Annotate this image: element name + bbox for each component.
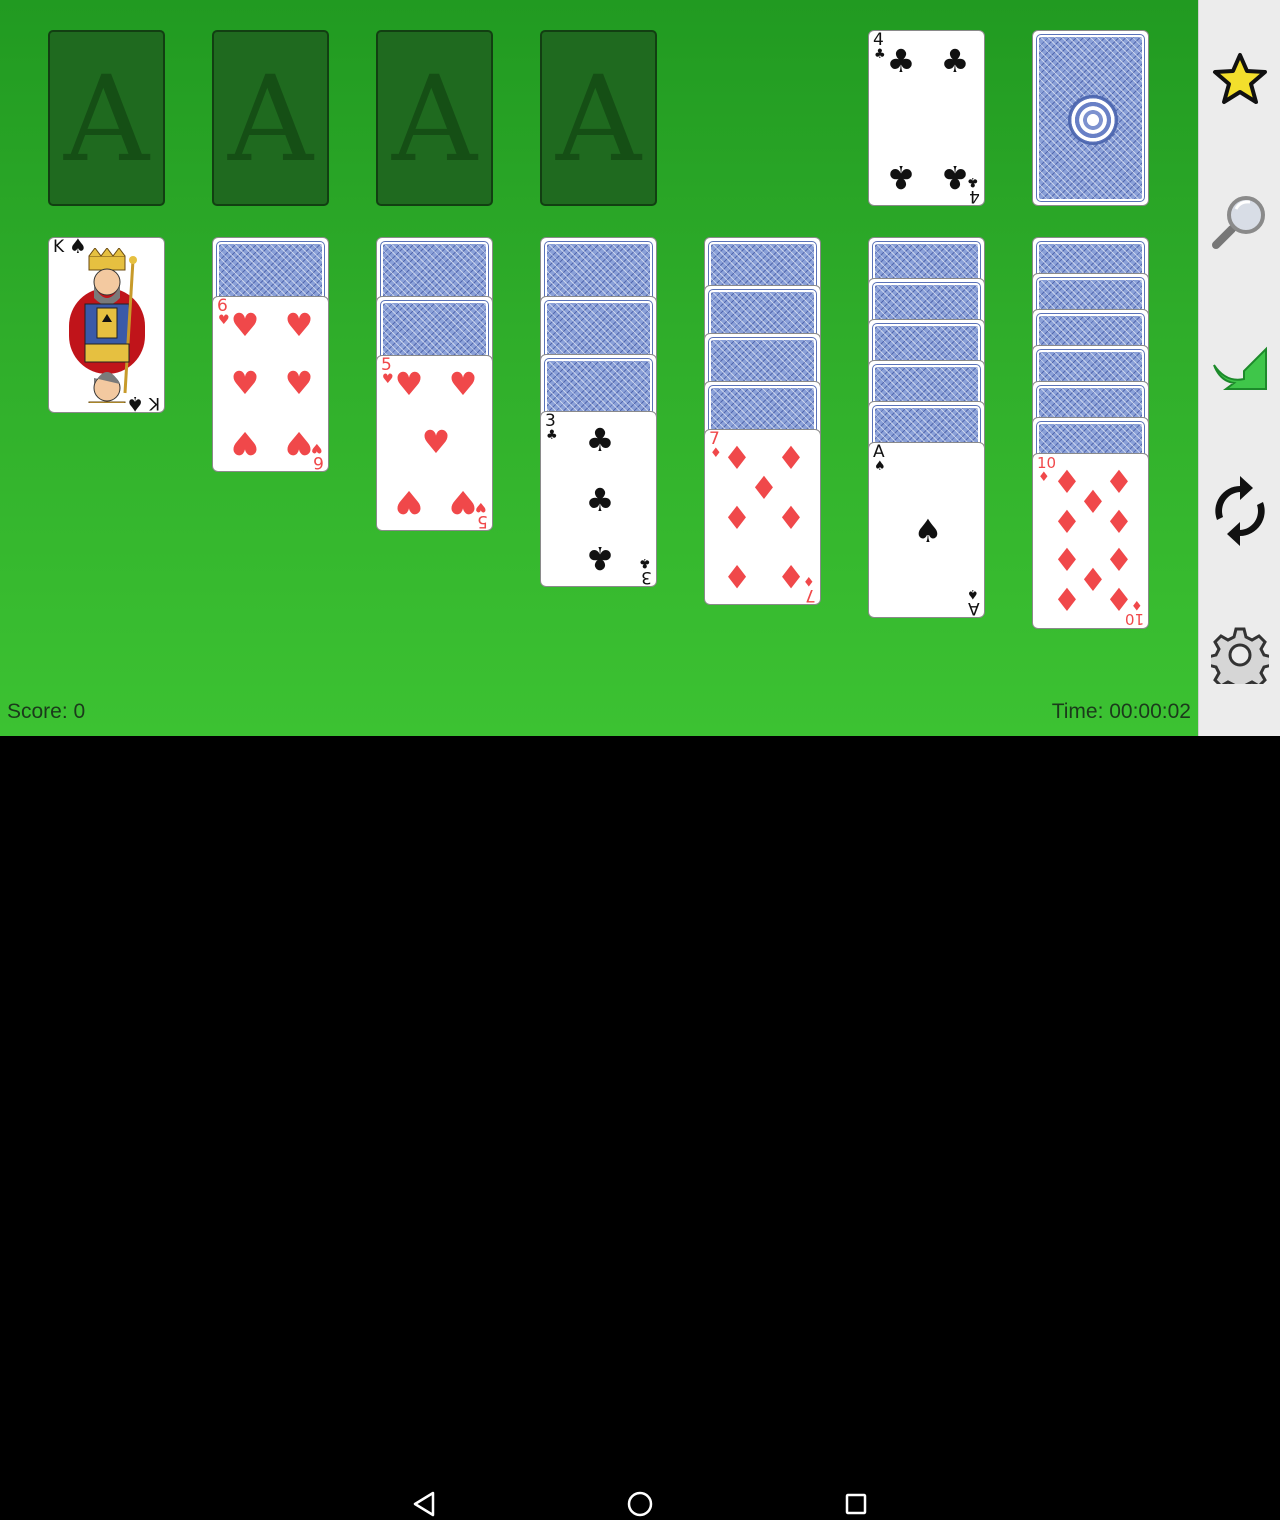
club-pip: ♣ (585, 421, 615, 459)
tableau-card-six-hearts[interactable]: 6 ♥ ♥ ♥ ♥ ♥ ♥ ♥ 6 ♥ (212, 296, 329, 472)
heart-pip: ♥ (230, 424, 260, 462)
foundation-slot-label: A (555, 50, 642, 188)
recents-button[interactable] (840, 1488, 872, 1520)
redo-button[interactable] (1209, 336, 1271, 398)
club-pip: ♣ (886, 42, 916, 80)
card-suit: ♥ (382, 372, 394, 387)
tableau-card-ten-diamonds[interactable]: 10 ♦ ♦ ♦ ♦ ♦ ♦ ♦ ♦ ♦ ♦ ♦ 10 ♦ (1032, 453, 1149, 629)
sidebar (1198, 0, 1280, 736)
card-suit-bottom: ♣ (639, 555, 651, 570)
back-icon (413, 1491, 435, 1517)
diamond-pip: ♦ (722, 439, 752, 477)
heart-pip: ♥ (230, 306, 260, 344)
heart-pip: ♥ (421, 423, 451, 461)
system-navigation-bar (0, 736, 1280, 1517)
settings-button[interactable] (1209, 624, 1271, 686)
club-pip: ♣ (940, 42, 970, 80)
diamond-pip: ♦ (776, 499, 806, 537)
star-icon (1213, 53, 1267, 104)
heart-pip: ♥ (284, 364, 314, 402)
diamond-pip: ♦ (1052, 503, 1082, 541)
waste-card[interactable]: 4 ♣ ♣ ♣ ♣ ♣ 4 ♣ (868, 30, 985, 206)
heart-pip: ♥ (448, 365, 478, 403)
home-button[interactable] (624, 1488, 656, 1520)
foundation-slot-label: A (227, 50, 314, 188)
card-suit: ♠ (874, 459, 886, 474)
gear-icon (1211, 627, 1269, 684)
king-illustration (69, 248, 145, 403)
tableau-card-five-hearts[interactable]: 5 ♥ ♥ ♥ ♥ ♥ ♥ 5 ♥ (376, 355, 493, 531)
card-suit-bottom: ♥ (311, 440, 323, 455)
home-icon (627, 1491, 653, 1517)
card-rank-bottom: 5 (477, 511, 488, 531)
stock-pile[interactable] (1032, 30, 1149, 206)
diamond-pip: ♦ (776, 439, 806, 477)
tableau-card-king-spades[interactable]: K ♠ K ♠ (48, 237, 165, 413)
card-suit: ♥ (218, 313, 230, 328)
card-suit-bottom: ♦ (1131, 597, 1143, 612)
card-suit: ♣ (874, 47, 886, 62)
club-pip: ♣ (886, 158, 916, 196)
redo-arrow-icon (1213, 346, 1267, 390)
star-button[interactable] (1209, 48, 1271, 110)
foundation-slot-3[interactable]: A (376, 30, 493, 206)
tableau-card-three-clubs[interactable]: 3 ♣ ♣ ♣ ♣ 3 ♣ (540, 411, 657, 587)
foundation-slot-label: A (391, 50, 478, 188)
card-suit-bottom: ♠ (967, 586, 979, 601)
card-suit-bottom: ♠ (126, 392, 144, 413)
card-rank-bottom: 4 (969, 186, 980, 206)
search-icon (1212, 196, 1265, 249)
heart-pip: ♥ (284, 306, 314, 344)
card-rank-bottom: A (968, 598, 980, 618)
card-suit: ♦ (1038, 470, 1050, 485)
spade-pip: ♠ (913, 512, 943, 550)
diamond-pip: ♦ (749, 469, 779, 507)
hint-button[interactable] (1209, 190, 1271, 252)
card-rank-bottom: 7 (805, 585, 816, 605)
club-pip: ♣ (585, 539, 615, 577)
heart-pip: ♥ (394, 365, 424, 403)
card-rank-bottom: K (148, 393, 160, 413)
time-label: Time: 00:00:02 (1051, 700, 1191, 723)
score-label: Score: 0 (7, 700, 86, 723)
diamond-pip: ♦ (1052, 581, 1082, 619)
tableau-card-seven-diamonds[interactable]: 7 ♦ ♦ ♦ ♦ ♦ ♦ ♦ ♦ 7 ♦ (704, 429, 821, 605)
card-suit-bottom: ♦ (803, 573, 815, 588)
foundation-slot-4[interactable]: A (540, 30, 657, 206)
tableau-card-ace-spades[interactable]: A ♠ ♠ A ♠ (868, 442, 985, 618)
foundation-slot-2[interactable]: A (212, 30, 329, 206)
card-suit: ♦ (710, 446, 722, 461)
card-suit: ♣ (546, 428, 558, 443)
new-game-button[interactable] (1209, 476, 1271, 546)
foundation-slot-1[interactable]: A (48, 30, 165, 206)
card-rank-bottom: 3 (641, 567, 652, 587)
card-suit-bottom: ♥ (475, 499, 487, 514)
back-button[interactable] (408, 1488, 440, 1520)
game-table: A A A A 4 ♣ ♣ ♣ ♣ ♣ 4 ♣ K ♠ K ♠ 6 ♥ ♥ ♥ … (0, 0, 1198, 736)
foundation-slot-label: A (63, 50, 150, 188)
recents-icon (845, 1493, 867, 1515)
club-pip: ♣ (585, 481, 615, 519)
card-rank-bottom: 6 (313, 452, 324, 472)
card-rank-bottom: 10 (1124, 610, 1144, 628)
diamond-pip: ♦ (722, 499, 752, 537)
diamond-pip: ♦ (1104, 503, 1134, 541)
refresh-icon (1215, 476, 1265, 546)
card-back-pattern (1036, 34, 1145, 202)
heart-pip: ♥ (394, 483, 424, 521)
card-suit-bottom: ♣ (967, 174, 979, 189)
card-back-rosette (1067, 95, 1118, 145)
heart-pip: ♥ (230, 364, 260, 402)
diamond-pip: ♦ (722, 557, 752, 595)
